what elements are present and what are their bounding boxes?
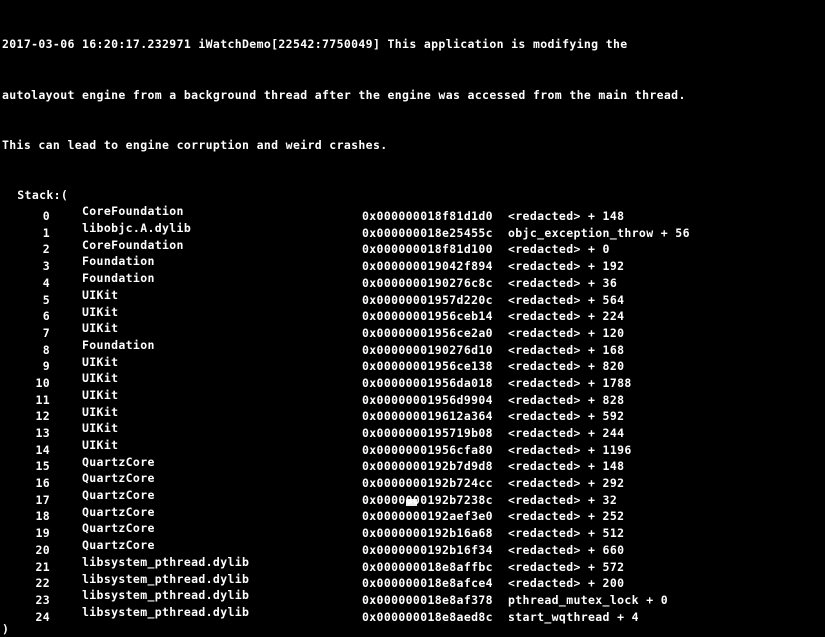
stack-frame-symbol: start_wqthread + 4 [508,609,639,624]
stack-frame-address: 0x000000018e8aed8c [362,609,493,624]
log-message-line-2: autolayout engine from a background thre… [2,87,686,102]
log-message-line-1: 2017-03-06 16:20:17.232971 iWatchDemo[22… [2,37,628,52]
stack-frame-library: UIKit [82,354,119,369]
stack-frame-library: UIKit [82,287,119,302]
stack-frame-row[interactable]: 11 UIKit 0x00000001956d9904 <redacted> + 82… [0,387,825,407]
stack-frame-library: UIKit [82,304,119,319]
stack-frame-row[interactable]: 21 libsystem_pthread.dylib 0x000000018e8af… [0,554,825,574]
stack-frame-row[interactable]: 13 UIKit 0x0000000195719b08 <redacted> + 24… [0,420,825,440]
stack-frame-row[interactable]: 16 QuartzCore 0x0000000192b724cc <redacted>… [0,470,825,490]
stack-frame-library: libobjc.A.dylib [82,221,192,236]
stack-frame-library: libsystem_pthread.dylib [82,554,250,569]
stack-frame-library: UIKit [82,321,119,336]
stack-open-label: Stack:( [10,187,69,202]
stack-frame-row[interactable]: 14 UIKit 0x00000001956cfa80 <redacted> + 11… [0,437,825,457]
stack-frame-row[interactable]: 22 libsystem_pthread.dylib 0x000000018e8af… [0,571,825,591]
stack-frame-library: QuartzCore [82,504,155,519]
stack-frame-row[interactable]: 24 libsystem_pthread.dylib 0x000000018e8ae… [0,604,825,624]
stack-frame-row[interactable]: 7 UIKit 0x00000001956ce2a0 <redacted> + 120 [0,320,825,340]
text-cursor-icon [406,499,417,506]
stack-frame-library: Foundation [82,337,155,352]
stack-frame-row[interactable]: 15 QuartzCore 0x0000000192b7d9d8 <redacted>… [0,454,825,474]
stack-frame-row[interactable]: 12 UIKit 0x000000019612a364 <redacted> + 59… [0,404,825,424]
stack-frame-row[interactable]: 4 Foundation 0x0000000190276c8c <redacted> … [0,270,825,290]
stack-frame-row[interactable]: 20 QuartzCore 0x0000000192b16f34 <redacted>… [0,537,825,557]
stack-frame-library: Foundation [82,254,155,269]
stack-frame-index: 24 [35,609,50,624]
stack-frame-row[interactable]: 2 CoreFoundation 0x000000018f81d100 <redact… [0,237,825,257]
stack-frame-library: UIKit [82,404,119,419]
stack-frame-list: 0 CoreFoundation 0x000000018f81d1d0 <redact… [0,203,825,624]
stack-frame-library: Foundation [82,271,155,286]
stack-frame-library: QuartzCore [82,471,155,486]
stack-frame-library: UIKit [82,438,119,452]
stack-frame-library: QuartzCore [82,538,155,553]
console-output-pane[interactable]: 2017-03-06 16:20:17.232971 iWatchDemo[22… [0,0,825,636]
log-message-block: 2017-03-06 16:20:17.232971 iWatchDemo[22… [0,0,825,187]
stack-frame-library: CoreFoundation [82,204,184,219]
stack-frame-row[interactable]: 9 UIKit 0x00000001956ce138 <redacted> + 820 [0,354,825,374]
stack-frame-row[interactable]: 0 CoreFoundation 0x000000018f81d1d0 <redact… [0,203,825,223]
stack-frame-row[interactable]: 5 UIKit 0x00000001957d220c <redacted> + 564 [0,287,825,307]
stack-frame-library: UIKit [82,387,119,402]
log-message-line-3: This can lead to engine corruption and w… [2,137,388,152]
stack-frame-row[interactable]: 19 QuartzCore 0x0000000192b16a68 <redacted>… [0,520,825,540]
stack-frame-row[interactable]: 23 libsystem_pthread.dylib 0x000000018e8af… [0,587,825,607]
stack-frame-row[interactable]: 10 UIKit 0x00000001956da018 <redacted> + 17… [0,370,825,390]
stack-frame-library: QuartzCore [82,454,155,469]
stack-frame-row[interactable]: 1 libobjc.A.dylib 0x000000018e25455c objc_e… [0,220,825,240]
stack-frame-library: QuartzCore [82,521,155,536]
stack-frame-library: libsystem_pthread.dylib [82,571,250,586]
stack-frame-row[interactable]: 6 UIKit 0x00000001956ceb14 <redacted> + 224 [0,304,825,324]
stack-frame-library: CoreFoundation [82,237,184,252]
stack-frame-row[interactable]: 8 Foundation 0x0000000190276d10 <redacted> … [0,337,825,357]
stack-frame-library: QuartzCore [82,488,155,503]
stack-frame-library: UIKit [82,421,119,436]
stack-frame-library: UIKit [82,371,119,386]
stack-frame-row[interactable]: 18 QuartzCore 0x0000000192aef3e0 <redacted>… [0,504,825,524]
stack-frame-library: libsystem_pthread.dylib [82,604,250,619]
stack-frame-library: libsystem_pthread.dylib [82,588,250,603]
stack-frame-row[interactable]: 3 Foundation 0x000000019042f894 <redacted> … [0,253,825,273]
